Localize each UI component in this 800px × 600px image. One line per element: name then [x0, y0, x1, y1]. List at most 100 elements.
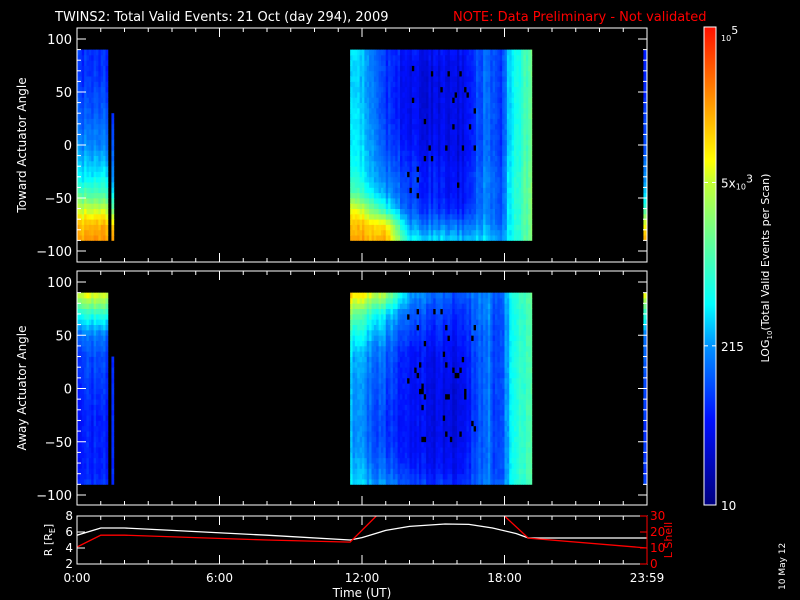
spectrogram-cell	[357, 171, 361, 178]
spectrogram-cell	[523, 123, 527, 130]
spectrogram-cell	[430, 176, 434, 183]
spectrogram-cell	[390, 431, 394, 437]
spectrogram-cell	[352, 60, 356, 66]
spectrogram-cell	[497, 123, 501, 130]
spectrogram-cell	[111, 468, 115, 475]
spectrogram-cell	[521, 229, 524, 236]
spectrogram-cell	[423, 60, 427, 66]
spectrogram-cell	[364, 60, 368, 66]
spectrogram-cell	[409, 235, 413, 241]
spectrogram-cell	[459, 123, 463, 130]
spectrogram-cell	[514, 54, 517, 61]
spectrogram-cell	[98, 224, 102, 231]
spectrogram-cell	[400, 171, 403, 178]
spectrogram-cell	[433, 208, 437, 215]
spectrogram-cell	[490, 76, 494, 82]
spectrogram-cell	[442, 49, 446, 56]
spectrogram-cell	[525, 213, 529, 220]
spectrogram-cell	[96, 123, 99, 130]
spectrogram-cell	[502, 198, 505, 204]
spectrogram-cell	[84, 219, 87, 225]
spectrogram-cell	[359, 81, 363, 88]
spectrogram-cell	[395, 457, 399, 464]
spectrogram-cell	[409, 54, 413, 61]
spectrogram-cell	[352, 340, 356, 347]
spectrogram-cell	[388, 292, 391, 299]
spectrogram-cell	[395, 118, 399, 125]
spectrogram-cell	[362, 76, 365, 82]
spectrogram-cell	[350, 297, 353, 304]
spectrogram-cell	[357, 213, 361, 220]
spectrogram-cell	[84, 76, 87, 82]
spectrogram-cell	[490, 134, 494, 141]
spectrogram-cell	[86, 187, 90, 194]
spectrogram-cell	[352, 431, 356, 437]
spectrogram-cell	[454, 81, 458, 88]
spectrogram-cell	[433, 76, 437, 82]
spectrogram-cell	[378, 329, 382, 336]
spectrogram-cell	[86, 92, 90, 98]
spectrogram-cell	[480, 113, 484, 119]
spectrogram-cell	[105, 123, 109, 130]
spectrogram-cell	[96, 313, 99, 320]
preliminary-note: NOTE: Data Preliminary - Not validated	[453, 10, 707, 25]
spectrogram-cell	[483, 145, 486, 151]
spectrogram-cell	[423, 171, 427, 178]
spectrogram-cell	[404, 447, 408, 453]
spectrogram-cell	[93, 393, 97, 400]
spectrogram-cell	[98, 356, 102, 363]
spectrogram-cell	[504, 54, 508, 61]
spectrogram-cell	[471, 150, 475, 156]
spectrogram-cell	[388, 192, 391, 199]
spectrogram-cell	[433, 134, 437, 141]
spectrogram-cell	[435, 118, 439, 125]
spectrogram-cell	[499, 86, 503, 93]
spectrogram-cell	[395, 129, 399, 135]
spectrogram-cell	[464, 139, 467, 146]
spectrogram-cell	[428, 139, 432, 146]
spectrogram-cell	[98, 92, 102, 98]
spectrogram-cell	[426, 129, 429, 135]
spectrogram-cell	[430, 86, 434, 93]
spectrogram-cell	[404, 340, 408, 347]
spectrogram-cell	[98, 107, 102, 114]
spectrogram-cell	[454, 198, 458, 204]
spectrogram-cell	[518, 139, 522, 146]
spectrogram-cell	[96, 219, 99, 225]
spectrogram-cell	[105, 415, 109, 421]
spectrogram-cell	[103, 452, 106, 459]
spectrogram-cell	[84, 308, 87, 315]
spectrogram-cell	[96, 399, 99, 405]
spectrogram-cell	[419, 436, 422, 443]
spectrogram-cell	[411, 54, 415, 61]
spectrogram-cell	[88, 123, 92, 130]
spectrogram-cell	[392, 166, 396, 172]
spectrogram-cell	[369, 361, 372, 368]
spectrogram-cell	[390, 479, 394, 485]
spectrogram-cell	[371, 219, 375, 225]
spectrogram-cell	[364, 102, 368, 109]
spectrogram-cell	[111, 139, 115, 146]
spectrogram-cell	[105, 203, 109, 209]
spectrogram-cell	[357, 229, 361, 236]
spectrogram-cell	[350, 399, 353, 405]
spectrogram-cell	[376, 425, 380, 432]
spectrogram-cell	[438, 123, 441, 130]
spectrogram-cell	[88, 335, 92, 341]
spectrogram-cell	[476, 229, 479, 236]
spectrogram-cell	[435, 219, 439, 225]
spectrogram-cell	[93, 356, 97, 363]
spectrogram-cell	[452, 145, 456, 151]
spectrogram-cell	[402, 134, 406, 141]
spectrogram-cell	[366, 319, 370, 325]
spectrogram-cell	[103, 335, 106, 341]
spectrogram-cell	[378, 367, 382, 373]
spectrogram-cell	[438, 134, 441, 141]
spectrogram-cell	[369, 388, 372, 395]
spectrogram-cell	[84, 123, 87, 130]
spectrogram-cell	[392, 150, 396, 156]
spectrogram-cell	[385, 431, 389, 437]
spectrogram-cell	[352, 324, 356, 331]
spectrogram-cell	[93, 187, 97, 194]
spectrogram-cell	[100, 436, 104, 443]
